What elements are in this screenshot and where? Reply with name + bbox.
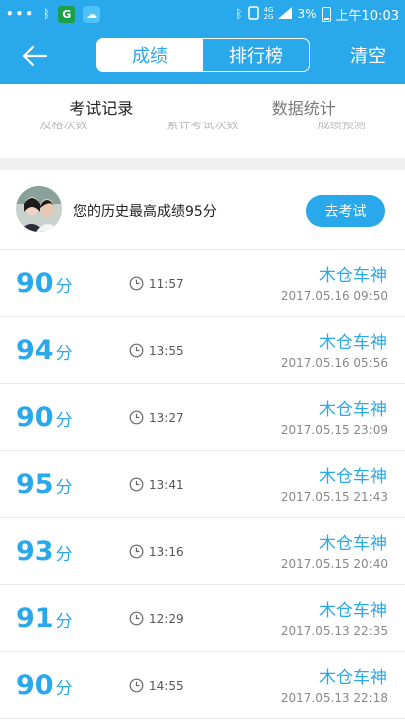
- record-row[interactable]: 94 分 13:55 木仓车神 2017.05.16 05:56: [0, 317, 405, 384]
- section-divider: [0, 158, 405, 170]
- record-date: 2017.05.15 23:09: [280, 423, 388, 437]
- record-row[interactable]: 95 分 13:41 木仓车神 2017.05.15 21:43: [0, 451, 405, 518]
- clock-icon: [129, 343, 144, 358]
- record-row[interactable]: 90 分 14:55 木仓车神 2017.05.13 22:18: [0, 652, 405, 719]
- record-row[interactable]: 90 分 13:27 木仓车神 2017.05.15 23:09: [0, 384, 405, 451]
- score: 95 分: [16, 469, 73, 500]
- score-unit: 分: [55, 344, 73, 364]
- score: 91 分: [16, 603, 73, 634]
- score-unit: 分: [55, 679, 73, 699]
- score: 94 分: [16, 335, 73, 366]
- duration-value: 14:55: [149, 678, 184, 693]
- signal-icon: [278, 6, 293, 22]
- clock-icon: [129, 611, 144, 626]
- network-indicator: 4G 2G: [263, 6, 274, 21]
- duration-value: 13:27: [149, 410, 184, 425]
- duration: 14:55: [129, 678, 184, 693]
- record-date: 2017.05.15 20:40: [280, 557, 388, 571]
- score: 90 分: [16, 402, 73, 433]
- notification-dots: •••: [6, 7, 36, 21]
- clock-icon: [129, 276, 144, 291]
- record-date: 2017.05.13 22:35: [280, 624, 388, 638]
- tab-scores[interactable]: 成绩: [97, 39, 203, 71]
- best-score-row: 您的历史最高成绩95分 去考试: [0, 170, 405, 250]
- battery-percent: 3%: [297, 7, 317, 21]
- user-name: 木仓车神: [319, 266, 387, 286]
- score-value: 91: [16, 603, 54, 634]
- record-date: 2017.05.15 21:43: [280, 490, 388, 504]
- duration: 11:57: [129, 276, 184, 291]
- clock-icon: [129, 410, 144, 425]
- clock-icon: [129, 477, 144, 492]
- score-unit: 分: [55, 478, 73, 498]
- pass-count-label: 及格次数: [39, 122, 88, 131]
- score-value: 95: [16, 469, 54, 500]
- duration: 13:16: [129, 544, 184, 559]
- record-row[interactable]: 90 分 11:57 木仓车神 2017.05.16 09:50: [0, 250, 405, 317]
- duration-value: 13:16: [149, 544, 184, 559]
- score-forecast-label: 成绩预测: [317, 122, 366, 131]
- best-score-text: 您的历史最高成绩95分: [73, 204, 217, 220]
- score-unit: 分: [55, 277, 73, 297]
- app-header: 成绩 排行榜 清空: [0, 28, 405, 84]
- record-date: 2017.05.13 22:18: [280, 691, 388, 705]
- score-value: 90: [16, 268, 54, 299]
- bluetooth-status-icon: ᛒ: [235, 7, 243, 21]
- battery-icon: [321, 6, 331, 22]
- record-row[interactable]: 91 分 12:29 木仓车神 2017.05.13 22:35: [0, 585, 405, 652]
- duration: 13:55: [129, 343, 184, 358]
- score: 93 分: [16, 536, 73, 567]
- score-value: 94: [16, 335, 54, 366]
- score-value: 90: [16, 402, 54, 433]
- clock-icon: [129, 678, 144, 693]
- avatar: [16, 186, 62, 232]
- bluetooth-icon: ᛒ: [43, 7, 51, 21]
- duration-value: 12:29: [149, 611, 184, 626]
- clock-icon: [129, 544, 144, 559]
- app-notification-icon: G: [58, 5, 76, 23]
- status-bar: ••• ᛒ G ☁ ᛒ 4G 2G 3% 上午10:03: [0, 0, 405, 28]
- duration: 13:41: [129, 477, 184, 492]
- score-value: 93: [16, 536, 54, 567]
- score: 90 分: [16, 670, 73, 701]
- take-exam-button[interactable]: 去考试: [306, 195, 385, 227]
- score-unit: 分: [55, 545, 73, 565]
- tab-leaderboard[interactable]: 排行榜: [203, 39, 309, 71]
- weather-app-icon: ☁: [83, 5, 101, 23]
- total-exams-label: 累计考试次数: [166, 122, 239, 131]
- user-name: 木仓车神: [319, 400, 387, 420]
- score-unit: 分: [55, 411, 73, 431]
- clock-time: 上午10:03: [335, 8, 399, 24]
- user-name: 木仓车神: [319, 333, 387, 353]
- back-arrow-icon[interactable]: [20, 41, 50, 71]
- duration: 13:27: [129, 410, 184, 425]
- record-row[interactable]: 93 分 13:16 木仓车神 2017.05.15 20:40: [0, 518, 405, 585]
- user-name: 木仓车神: [319, 467, 387, 487]
- duration-value: 13:41: [149, 477, 184, 492]
- score-unit: 分: [55, 612, 73, 632]
- record-date: 2017.05.16 09:50: [280, 289, 388, 303]
- duration-value: 13:55: [149, 343, 184, 358]
- clear-button[interactable]: 清空: [350, 42, 386, 68]
- score-value: 90: [16, 670, 54, 701]
- user-name: 木仓车神: [319, 601, 387, 621]
- record-date: 2017.05.16 05:56: [280, 356, 388, 370]
- score: 90 分: [16, 268, 73, 299]
- duration: 12:29: [129, 611, 184, 626]
- segmented-control: 成绩 排行榜: [96, 38, 310, 72]
- user-name: 木仓车神: [319, 534, 387, 554]
- records-list: 90 分 11:57 木仓车神 2017.05.16 09:50 94 分 13:55 木仓车神…: [0, 250, 405, 719]
- stats-labels-peek: 及格次数 累计考试次数 成绩预测: [0, 122, 405, 136]
- duration-value: 11:57: [149, 276, 184, 291]
- user-name: 木仓车神: [319, 668, 387, 688]
- phone-icon: [247, 5, 259, 23]
